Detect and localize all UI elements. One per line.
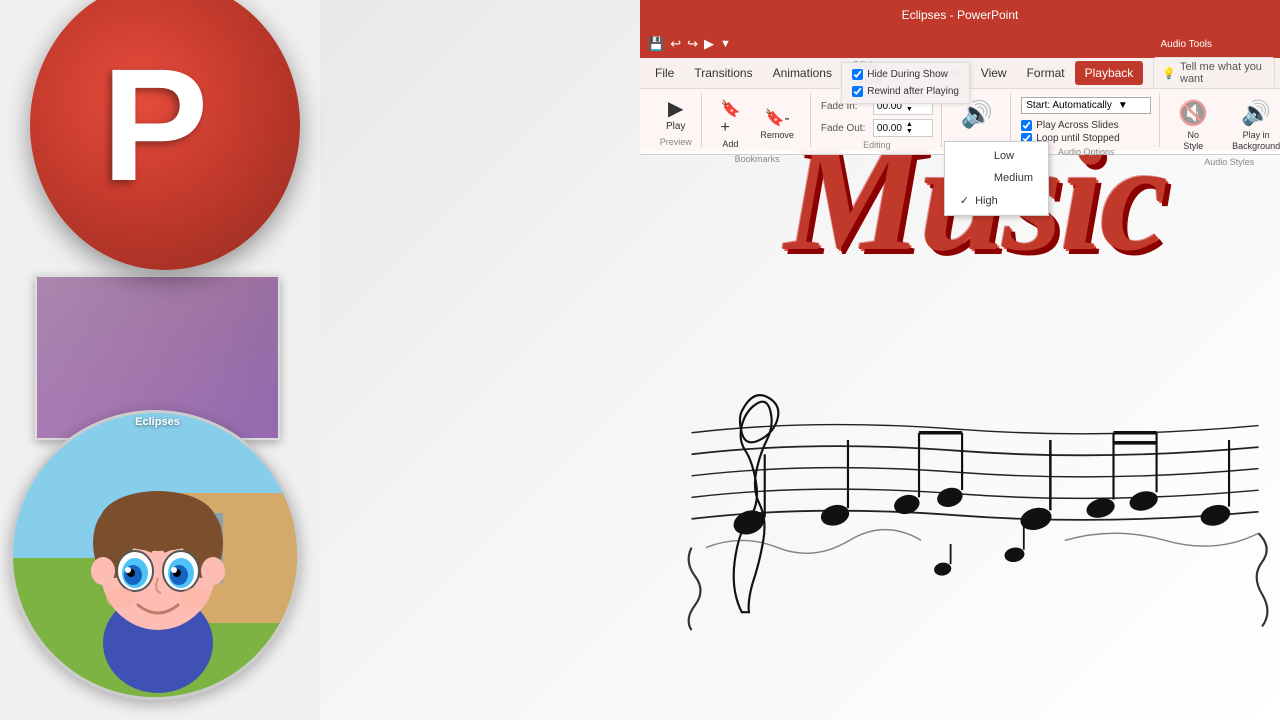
fade-out-label: Fade Out: bbox=[821, 123, 869, 134]
ribbon-group-bookmarks: 🔖+ Add 🔖- Remove Bookmarks bbox=[704, 93, 810, 147]
volume-medium-label: Medium bbox=[994, 172, 1033, 184]
ribbon-group-audio-styles: 🔇 NoStyle 🔊 Play inBackground Audio Styl… bbox=[1162, 93, 1280, 147]
play-background-label: Play inBackground bbox=[1232, 130, 1280, 152]
menu-animations[interactable]: Animations bbox=[763, 61, 842, 85]
fade-out-up[interactable]: ▲ bbox=[906, 121, 913, 128]
fade-in-down[interactable]: ▼ bbox=[906, 106, 913, 113]
volume-medium[interactable]: Medium bbox=[945, 167, 1048, 189]
rewind-after-label: Rewind after Playing bbox=[867, 86, 959, 97]
avatar bbox=[10, 410, 300, 700]
fade-out-value: 00.00 bbox=[877, 123, 902, 134]
ppt-p-letter: P bbox=[102, 45, 209, 205]
customize-icon[interactable]: ▼ bbox=[720, 38, 731, 50]
play-background-icon: 🔊 bbox=[1241, 99, 1271, 128]
hide-during-checkbox[interactable] bbox=[852, 69, 863, 80]
menu-view[interactable]: View bbox=[971, 61, 1017, 85]
powerpoint-logo: P bbox=[30, 0, 300, 270]
slide-thumbnail[interactable]: Eclipses bbox=[35, 275, 280, 440]
add-bookmark-label: Add bbox=[722, 139, 738, 149]
ribbon-group-preview: ▶ Play Preview bbox=[650, 93, 702, 147]
undo-icon[interactable]: ↩ bbox=[670, 36, 681, 52]
lightbulb-icon: 💡 bbox=[1162, 67, 1176, 80]
play-label: Play bbox=[666, 121, 685, 132]
window-title: Eclipses - PowerPoint bbox=[902, 8, 1019, 22]
no-style-icon: 🔇 bbox=[1178, 99, 1208, 128]
rewind-after-checkbox[interactable] bbox=[852, 86, 863, 97]
main-content: Eclipses - PowerPoint 💾 ↩ ↪ ▶ ▼ Audio To… bbox=[320, 0, 1280, 720]
play-across-label: Play Across Slides bbox=[1036, 120, 1118, 131]
play-across-row[interactable]: Play Across Slides bbox=[1021, 120, 1119, 131]
ribbon-content: ▶ Play Preview 🔖+ Add 🔖- Remove bbox=[640, 88, 1280, 151]
save-icon[interactable]: 💾 bbox=[648, 36, 664, 52]
preview-label: Preview bbox=[660, 137, 692, 147]
add-bookmark-icon: 🔖+ bbox=[720, 99, 740, 137]
tell-me-box[interactable]: 💡 Tell me what you want bbox=[1153, 57, 1275, 89]
play-button[interactable]: ▶ Play bbox=[658, 97, 693, 134]
audio-options-label: Audio Options bbox=[1058, 147, 1115, 157]
slide-title: Eclipses bbox=[135, 416, 180, 428]
volume-high[interactable]: High bbox=[945, 189, 1048, 212]
hide-during-label: Hide During Show bbox=[867, 69, 948, 80]
present-icon[interactable]: ▶ bbox=[704, 36, 714, 52]
no-style-label: NoStyle bbox=[1183, 130, 1203, 152]
rewind-after-row[interactable]: Rewind after Playing bbox=[852, 86, 959, 97]
volume-low-label: Low bbox=[994, 150, 1014, 162]
redo-icon[interactable]: ↪ bbox=[687, 36, 698, 52]
remove-bookmark-icon: 🔖- bbox=[765, 108, 790, 128]
menu-format[interactable]: Format bbox=[1017, 61, 1075, 85]
tell-me-text: Tell me what you want bbox=[1180, 61, 1266, 85]
editing-label: Editing bbox=[863, 140, 891, 150]
menu-file[interactable]: File bbox=[645, 61, 684, 85]
menu-transitions[interactable]: Transitions bbox=[684, 61, 762, 85]
fade-out-field[interactable]: 00.00 ▲ ▼ bbox=[873, 119, 933, 137]
start-value: Start: Automatically bbox=[1026, 100, 1112, 111]
play-icon: ▶ bbox=[668, 99, 683, 119]
bookmarks-label: Bookmarks bbox=[735, 154, 780, 164]
remove-bookmark-label: Remove bbox=[760, 130, 794, 140]
sidebar: P Eclipses bbox=[0, 0, 320, 720]
add-bookmark-button[interactable]: 🔖+ Add bbox=[712, 97, 748, 151]
audio-tools-label: Audio Tools bbox=[1160, 39, 1212, 50]
play-background-button[interactable]: 🔊 Play inBackground bbox=[1224, 97, 1280, 154]
menu-playback[interactable]: Playback bbox=[1075, 61, 1144, 85]
volume-low[interactable]: Low bbox=[945, 145, 1048, 167]
title-bar: Eclipses - PowerPoint bbox=[640, 0, 1280, 30]
hide-during-row[interactable]: Hide During Show bbox=[852, 69, 959, 80]
play-across-checkbox[interactable] bbox=[1021, 120, 1032, 131]
fade-out-down[interactable]: ▼ bbox=[906, 128, 913, 135]
music-notes-area bbox=[670, 245, 1280, 720]
music-notes-svg bbox=[670, 293, 1280, 673]
audio-styles-label: Audio Styles bbox=[1204, 157, 1254, 167]
no-style-button[interactable]: 🔇 NoStyle bbox=[1170, 97, 1216, 154]
volume-dropdown: Low Medium High bbox=[944, 141, 1049, 216]
start-dropdown-arrow[interactable]: ▼ bbox=[1118, 100, 1128, 111]
audio-show-options: Hide During Show Rewind after Playing bbox=[841, 62, 970, 104]
ribbon-group-audio-options: Start: Automatically ▼ Play Across Slide… bbox=[1013, 93, 1160, 147]
volume-high-label: High bbox=[975, 195, 998, 207]
remove-bookmark-button[interactable]: 🔖- Remove bbox=[752, 106, 802, 142]
start-field[interactable]: Start: Automatically ▼ bbox=[1021, 97, 1151, 114]
ribbon: Eclipses - PowerPoint 💾 ↩ ↪ ▶ ▼ Audio To… bbox=[640, 0, 1280, 155]
